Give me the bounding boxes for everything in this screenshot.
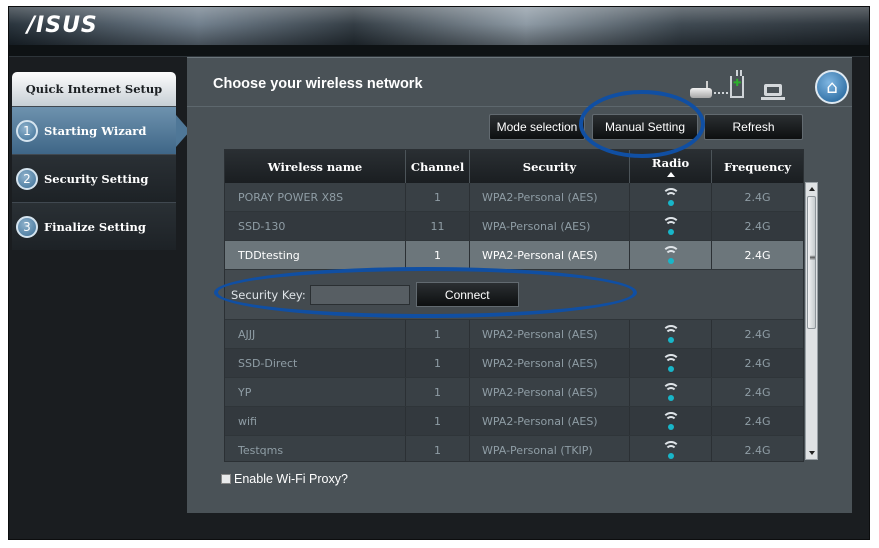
wifi-signal-icon <box>661 217 680 235</box>
table-scrollbar[interactable] <box>805 182 818 460</box>
plug-icon <box>730 70 744 98</box>
router-icon <box>690 81 712 98</box>
wifi-proxy-label: Enable Wi-Fi Proxy? <box>234 472 348 486</box>
column-header-radio[interactable]: Radio <box>630 150 712 183</box>
table-row[interactable]: wifi 1 WPA2-Personal (AES) 2.4G <box>225 407 803 436</box>
wifi-proxy-checkbox[interactable] <box>221 474 231 484</box>
table-row[interactable]: SSD-130 11 WPA-Personal (AES) 2.4G <box>225 212 803 241</box>
sidebar-item-finalize-setting[interactable]: 3 Finalize Setting <box>12 202 176 250</box>
sidebar: Quick Internet Setup 1 Starting Wizard 2… <box>12 72 190 250</box>
column-header-security[interactable]: Security <box>470 150 630 183</box>
wifi-signal-icon <box>661 412 680 430</box>
wifi-signal-icon <box>661 325 680 343</box>
scrollbar-thumb[interactable] <box>807 196 816 329</box>
banner-strip <box>9 45 869 57</box>
sidebar-item-starting-wizard[interactable]: 1 Starting Wizard <box>12 106 190 154</box>
asus-logo: /ISUS <box>27 13 98 38</box>
column-header-channel[interactable]: Channel <box>406 150 470 183</box>
security-key-row: Security Key: Connect <box>225 270 803 320</box>
table-row[interactable]: YP 1 WPA2-Personal (AES) 2.4G <box>225 378 803 407</box>
network-status <box>686 70 790 104</box>
step-number-icon: 2 <box>16 167 38 190</box>
table-row[interactable]: AJJJ 1 WPA2-Personal (AES) 2.4G <box>225 320 803 349</box>
wifi-signal-icon <box>661 383 680 401</box>
table-row[interactable]: SSD-Direct 1 WPA2-Personal (AES) 2.4G <box>225 349 803 378</box>
column-header-wireless-name[interactable]: Wireless name <box>225 150 406 183</box>
manual-setting-button[interactable]: Manual Setting <box>592 114 698 140</box>
table-row-selected[interactable]: TDDtesting 1 WPA2-Personal (AES) 2.4G <box>225 241 803 270</box>
connect-button[interactable]: Connect <box>415 282 519 307</box>
wifi-signal-icon <box>661 354 680 372</box>
scroll-down-icon[interactable] <box>809 451 815 455</box>
sort-ascending-icon <box>666 172 675 177</box>
sidebar-item-security-setting[interactable]: 2 Security Setting <box>12 154 176 202</box>
security-key-label: Security Key: <box>231 287 306 302</box>
sidebar-title: Quick Internet Setup <box>12 72 176 106</box>
wireless-network-table: Wireless name Channel Security Radio Fre… <box>224 149 804 462</box>
wifi-signal-icon <box>661 246 680 264</box>
column-header-frequency[interactable]: Frequency <box>712 150 803 183</box>
home-icon[interactable]: ⌂ <box>815 70 849 104</box>
connection-dots-icon <box>714 92 728 94</box>
wifi-signal-icon <box>661 441 680 459</box>
top-banner: /ISUS <box>9 7 869 45</box>
mode-selection-button[interactable]: Mode selection <box>489 114 585 140</box>
step-number-icon: 1 <box>16 119 38 142</box>
wifi-proxy-option[interactable]: Enable Wi-Fi Proxy? <box>221 472 348 486</box>
sidebar-item-label: Security Setting <box>44 171 149 186</box>
sidebar-item-label: Finalize Setting <box>44 219 146 234</box>
sidebar-item-label: Starting Wizard <box>44 123 147 138</box>
computer-icon <box>761 84 785 100</box>
main-panel: Choose your wireless network ⌂ Mode sele… <box>187 57 852 513</box>
table-row[interactable]: PORAY POWER X8S 1 WPA2-Personal (AES) 2.… <box>225 183 803 212</box>
table-header: Wireless name Channel Security Radio Fre… <box>225 150 803 183</box>
scroll-up-icon[interactable] <box>809 187 815 191</box>
table-row[interactable]: Testqms 1 WPA-Personal (TKIP) 2.4G <box>225 436 803 461</box>
page-title: Choose your wireless network <box>213 76 423 92</box>
security-key-input[interactable] <box>309 284 410 305</box>
wifi-signal-icon <box>661 188 680 206</box>
step-number-icon: 3 <box>16 215 38 238</box>
table-body: PORAY POWER X8S 1 WPA2-Personal (AES) 2.… <box>225 183 803 461</box>
refresh-button[interactable]: Refresh <box>704 114 803 140</box>
